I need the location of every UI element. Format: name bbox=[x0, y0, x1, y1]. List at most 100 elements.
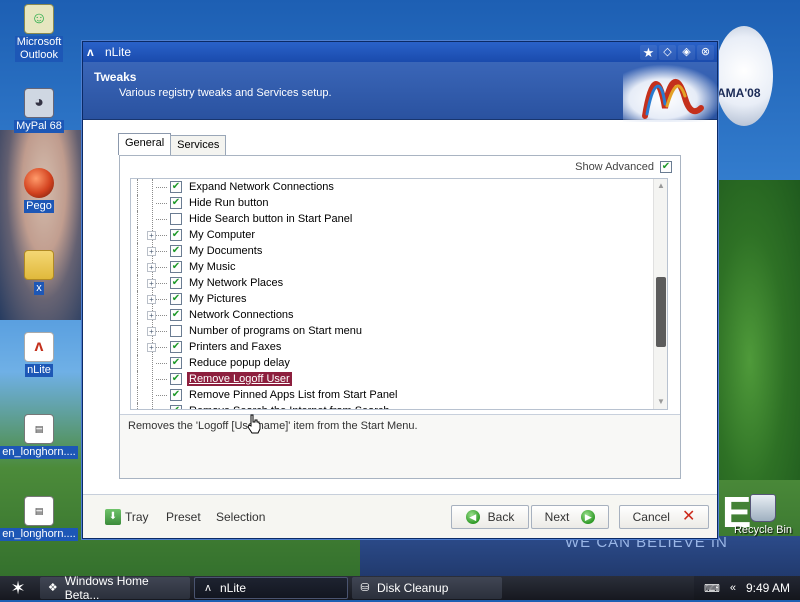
wizard-footer: ⬇ Tray Preset Selection ◀ Back Next ▶ Ca… bbox=[83, 494, 717, 538]
taskbar-item-nlite[interactable]: ʌ nLite bbox=[194, 577, 348, 599]
tweak-checkbox[interactable] bbox=[170, 325, 182, 337]
cancel-button[interactable]: Cancel ✕ bbox=[619, 505, 709, 529]
tweak-checkbox[interactable]: ✔ bbox=[170, 293, 182, 305]
tweak-checkbox[interactable] bbox=[170, 213, 182, 225]
expand-icon[interactable]: + bbox=[147, 327, 156, 336]
tweak-checkbox[interactable]: ✔ bbox=[170, 277, 182, 289]
expand-icon[interactable]: + bbox=[147, 311, 156, 320]
pego-icon bbox=[24, 168, 54, 198]
scroll-thumb[interactable] bbox=[656, 277, 666, 347]
tweak-checkbox[interactable]: ✔ bbox=[170, 373, 182, 385]
tweak-checkbox[interactable]: ✔ bbox=[170, 229, 182, 241]
cancel-label: Cancel bbox=[632, 510, 670, 524]
expand-icon[interactable]: + bbox=[147, 231, 156, 240]
expand-icon[interactable]: + bbox=[147, 279, 156, 288]
desktop-icon-label: Recycle Bin bbox=[733, 524, 793, 536]
tweak-checkbox[interactable]: ✔ bbox=[170, 245, 182, 257]
tweak-checkbox[interactable]: ✔ bbox=[170, 309, 182, 321]
next-button[interactable]: Next ▶ bbox=[531, 505, 609, 529]
selection-button[interactable]: Selection bbox=[214, 505, 267, 529]
taskbar-item-label: nLite bbox=[220, 581, 247, 595]
expand-icon[interactable]: + bbox=[147, 343, 156, 352]
tab-general[interactable]: General bbox=[118, 133, 172, 155]
tweaks-tree[interactable]: ▲ ▼ ✔ Expand Network Connections ✔ Hide Run… bbox=[130, 178, 668, 410]
tree-elbow bbox=[156, 395, 167, 396]
desktop-icon-outlook[interactable]: ☺ Microsoft Outlook bbox=[0, 4, 78, 62]
tweak-label: Remove Pinned Apps List from Start Panel bbox=[189, 389, 398, 401]
tweak-label: Number of programs on Start menu bbox=[189, 325, 363, 337]
show-advanced-checkbox[interactable]: ✔ bbox=[660, 161, 672, 173]
tree-guide bbox=[137, 179, 138, 195]
scroll-up-icon[interactable]: ▲ bbox=[654, 179, 667, 193]
start-star-icon: ✶ bbox=[10, 577, 26, 598]
taskbar-item-disk-cleanup[interactable]: ⛁ Disk Cleanup bbox=[352, 577, 502, 599]
desktop-icon-label: en_longhorn.... bbox=[0, 528, 78, 541]
desktop-icon-label: Pego bbox=[24, 200, 54, 213]
tab-strip: General Services bbox=[118, 133, 227, 155]
keyboard-icon[interactable]: ⌨ bbox=[704, 582, 720, 595]
scroll-down-icon[interactable]: ▼ bbox=[654, 395, 667, 409]
folder-icon bbox=[24, 250, 54, 280]
wallpaper-poster bbox=[715, 26, 773, 126]
tray-download-icon: ⬇ bbox=[105, 509, 121, 525]
tree-guide bbox=[137, 403, 138, 409]
desktop-icon-mypal[interactable]: ◕ MyPal 68 bbox=[0, 88, 78, 133]
nlite-window: ʌ nLite ★ ◇ ◈ ⊗ Tweaks Various registry … bbox=[82, 41, 723, 539]
page-subtitle: Various registry tweaks and Services set… bbox=[119, 87, 332, 99]
tweak-checkbox[interactable]: ✔ bbox=[170, 357, 182, 369]
title-bar[interactable]: ʌ nLite ★ ◇ ◈ ⊗ bbox=[83, 42, 717, 62]
tweak-checkbox[interactable]: ✔ bbox=[170, 405, 182, 409]
tree-guide bbox=[137, 275, 138, 291]
page-header: Tweaks Various registry tweaks and Servi… bbox=[83, 62, 723, 122]
tweak-label: Remove Logoff User bbox=[187, 372, 292, 386]
close-button[interactable]: ⊗ bbox=[697, 44, 714, 60]
taskbar: ✶ ❖ Windows Home Beta... ʌ nLite ⛁ Disk … bbox=[0, 574, 800, 602]
tweak-label: My Pictures bbox=[189, 293, 247, 305]
tweak-checkbox[interactable]: ✔ bbox=[170, 197, 182, 209]
tree-elbow bbox=[156, 331, 167, 332]
tweak-label: My Music bbox=[189, 261, 236, 273]
tweak-label: My Computer bbox=[189, 229, 256, 241]
tab-services[interactable]: Services bbox=[170, 135, 227, 155]
tweak-checkbox[interactable]: ✔ bbox=[170, 341, 182, 353]
tree-elbow bbox=[156, 315, 167, 316]
page-title: Tweaks bbox=[94, 70, 137, 84]
start-button[interactable]: ✶ bbox=[0, 576, 36, 600]
tree-elbow bbox=[156, 283, 167, 284]
taskbar-item-windows-home[interactable]: ❖ Windows Home Beta... bbox=[40, 574, 190, 602]
clock[interactable]: 9:49 AM bbox=[746, 581, 790, 595]
tweak-checkbox[interactable]: ✔ bbox=[170, 389, 182, 401]
tweak-label: My Network Places bbox=[189, 277, 284, 289]
tweak-label: Expand Network Connections bbox=[189, 181, 334, 193]
tray-expand-icon[interactable]: « bbox=[730, 582, 736, 594]
disk-cleanup-icon: ⛁ bbox=[360, 582, 370, 594]
expand-icon[interactable]: + bbox=[147, 295, 156, 304]
tray-button[interactable]: ⬇ Tray bbox=[103, 505, 151, 529]
expand-icon[interactable]: + bbox=[147, 263, 156, 272]
tree-guide bbox=[137, 371, 138, 387]
star-icon[interactable]: ★ bbox=[640, 44, 657, 60]
restore-button[interactable]: ◇ bbox=[659, 44, 676, 60]
desktop-icon-pego[interactable]: Pego bbox=[0, 168, 78, 213]
desktop-icon-doc-2[interactable]: ▤ en_longhorn.... bbox=[0, 496, 78, 541]
tree-guide bbox=[137, 211, 138, 227]
minimize-button[interactable]: ◈ bbox=[678, 44, 695, 60]
expand-icon[interactable]: + bbox=[147, 247, 156, 256]
show-advanced-label: Show Advanced bbox=[575, 161, 654, 173]
back-button[interactable]: ◀ Back bbox=[451, 505, 529, 529]
desktop-icon-doc-1[interactable]: ▤ en_longhorn.... bbox=[0, 414, 78, 459]
tweak-checkbox[interactable]: ✔ bbox=[170, 181, 182, 193]
tweak-label: Remove Search the Internet from Search bbox=[187, 404, 392, 409]
show-advanced-toggle[interactable]: Show Advanced ✔ bbox=[575, 161, 672, 173]
tweak-checkbox[interactable]: ✔ bbox=[170, 261, 182, 273]
tree-scrollbar[interactable]: ▲ ▼ bbox=[653, 179, 667, 409]
back-arrow-icon: ◀ bbox=[465, 510, 480, 524]
preset-button[interactable]: Preset bbox=[164, 505, 203, 529]
tree-elbow bbox=[156, 363, 167, 364]
desktop-icon-nlite[interactable]: ʌ nLite bbox=[0, 332, 78, 377]
document-icon: ▤ bbox=[24, 414, 54, 444]
desktop-icon-folder-x[interactable]: x bbox=[0, 250, 78, 295]
desktop-icon-recycle-bin[interactable]: Recycle Bin bbox=[728, 494, 798, 536]
tree-elbow bbox=[156, 379, 167, 380]
mypal-icon: ◕ bbox=[24, 88, 54, 118]
